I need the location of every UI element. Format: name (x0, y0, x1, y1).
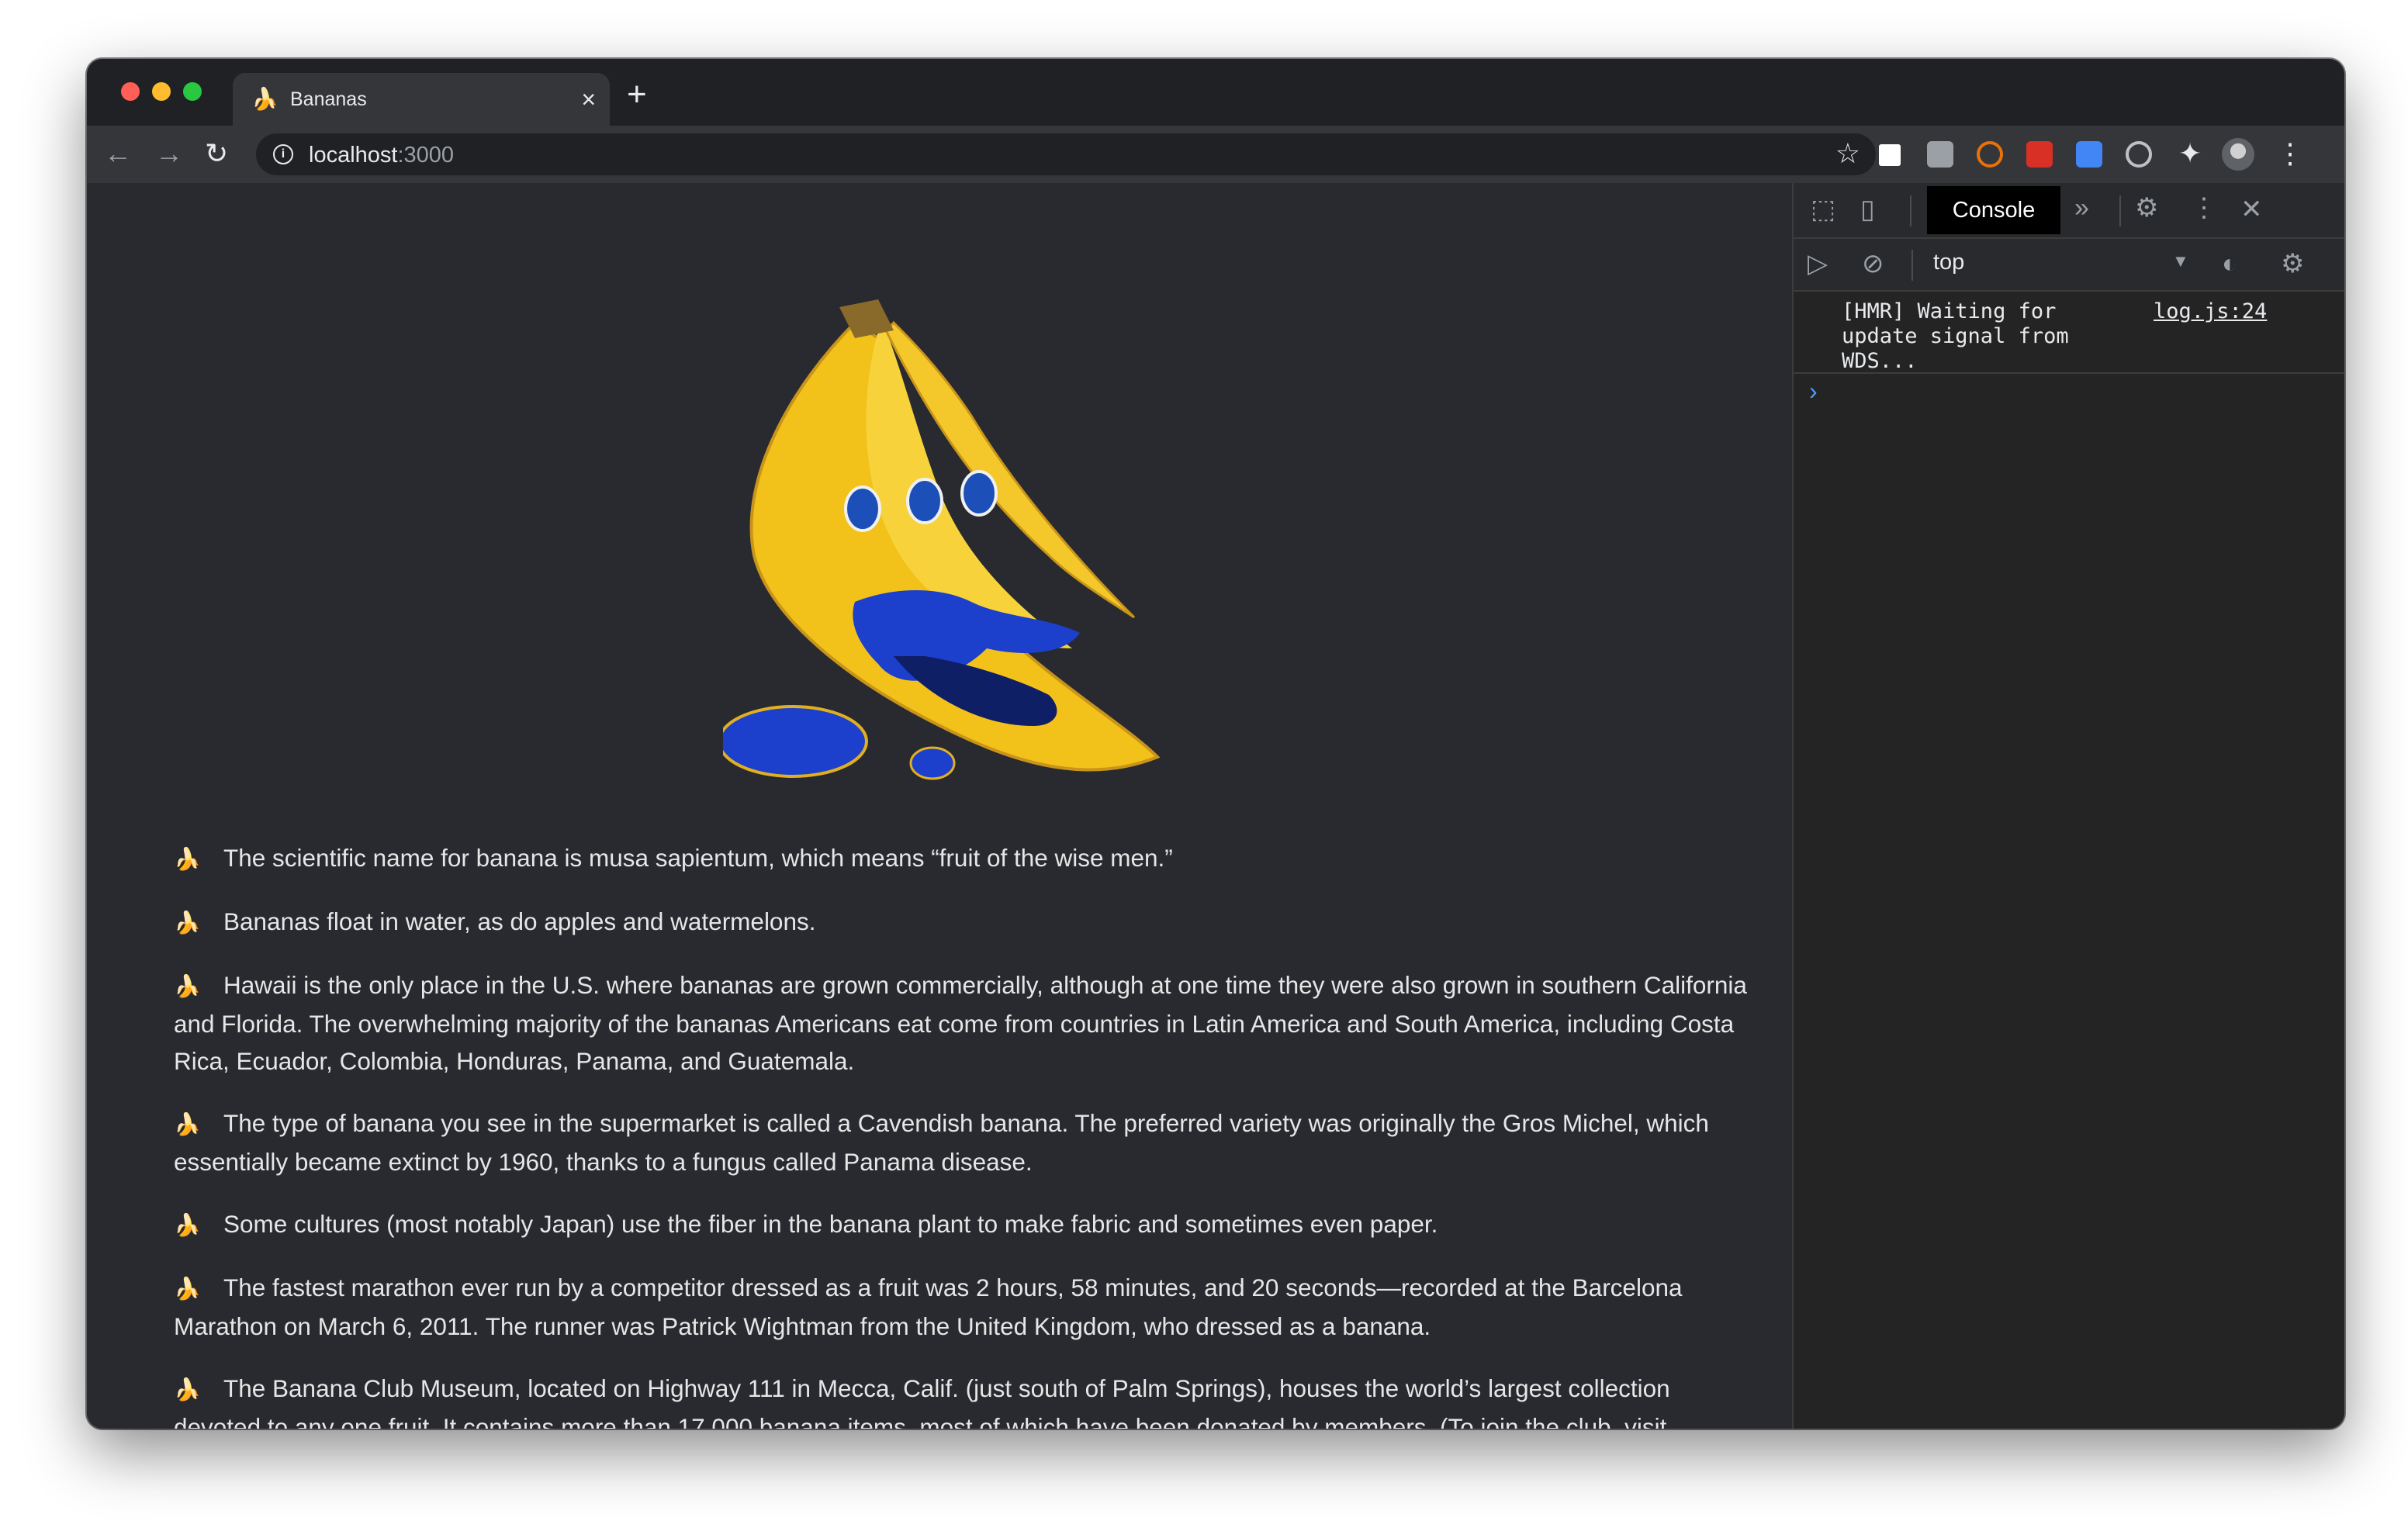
browser-menu-icon[interactable]: ⋮ (2276, 137, 2304, 171)
chevron-down-icon[interactable]: ▼ (2172, 251, 2189, 271)
toolbar-divider (1912, 250, 1913, 281)
extension-camera-icon[interactable] (1927, 141, 1953, 168)
live-expression-eye-icon[interactable]: ◐ (2222, 248, 2238, 279)
url-host: localhost (309, 143, 398, 168)
url-port: :3000 (397, 143, 455, 168)
extension-target-icon[interactable] (2126, 141, 2152, 168)
tab-bananas[interactable]: 🍌 Bananas × (233, 73, 610, 126)
bananas-image (723, 299, 1161, 780)
devtools-settings-icon[interactable]: ⚙ (2135, 192, 2158, 223)
extension-red-icon[interactable] (2026, 141, 2053, 168)
banana-bullet-icon: 🍌 (174, 911, 201, 935)
clear-console-icon[interactable]: ⊘ (1862, 248, 1884, 279)
window-close-button[interactable] (121, 82, 140, 101)
list-item: 🍌 Hawaii is the only place in the U.S. wh… (174, 966, 1752, 1080)
list-item: 🍌 Bananas float in water, as do apples an… (174, 903, 1752, 942)
page-viewport: 🍌 The scientific name for banana is musa … (87, 183, 1792, 1429)
inspect-element-icon[interactable]: ⬚ (1811, 194, 1835, 225)
devtools-tab-bar: ⬚ ▯ Console » ⚙ ⋮ ✕ (1794, 183, 2344, 239)
address-bar[interactable]: i localhost:3000 ☆ (256, 133, 1876, 175)
console-toolbar: ▷ ⊘ top ▼ ◐ ⚙ (1794, 239, 2344, 292)
fact-text: The scientific name for banana is musa s… (223, 844, 1173, 872)
devtools-panel: ⬚ ▯ Console » ⚙ ⋮ ✕ ▷ ⊘ top ▼ ◐ ⚙ [HMR] … (1792, 183, 2344, 1429)
browser-window: 🍌 Bananas × + ← → ↻ i localhost:3000 ☆ ✦… (87, 59, 2344, 1429)
more-tabs-icon[interactable]: » (2074, 192, 2089, 223)
context-selector[interactable]: top (1933, 250, 1964, 275)
tab-close-icon[interactable]: × (581, 84, 596, 115)
devtools-menu-icon[interactable]: ⋮ (2191, 192, 2217, 223)
banana-bullet-icon: 🍌 (174, 1112, 201, 1136)
url-text[interactable]: localhost:3000 (309, 143, 454, 168)
fact-text: The Banana Club Museum, located on Highw… (174, 1374, 1670, 1429)
banana-bullet-icon: 🍌 (174, 1377, 201, 1401)
console-log-entry: [HMR] Waiting for update signal from WDS… (1794, 292, 2344, 374)
window-minimize-button[interactable] (152, 82, 171, 101)
fact-text: Some cultures (most notably Japan) use t… (223, 1210, 1438, 1238)
banana-bullet-icon: 🍌 (174, 1213, 201, 1237)
banana-bullet-icon: 🍌 (174, 974, 201, 998)
list-item: 🍌 The type of banana you see in the super… (174, 1104, 1752, 1180)
site-info-icon[interactable]: i (273, 144, 293, 164)
banana-bullet-icon: 🍌 (174, 1277, 201, 1301)
tab-console[interactable]: Console (1927, 186, 2060, 234)
banana-favicon-icon: 🍌 (251, 87, 279, 111)
extension-blue-icon[interactable] (2076, 141, 2102, 168)
banana-bullet-icon: 🍌 (174, 847, 201, 871)
fact-text: The fastest marathon ever run by a compe… (174, 1274, 1683, 1340)
back-button[interactable]: ← (104, 135, 132, 172)
new-tab-button[interactable]: + (627, 76, 647, 113)
log-message: [HMR] Waiting for update signal from WDS… (1842, 299, 2081, 373)
fact-text: The type of banana you see in the superm… (174, 1109, 1709, 1176)
console-prompt-icon[interactable]: › (1809, 375, 1818, 406)
bookmark-star-icon[interactable]: ☆ (1835, 138, 1860, 169)
fact-text: Hawaii is the only place in the U.S. whe… (174, 971, 1747, 1075)
toolbar-divider (1910, 195, 1912, 226)
extension-square-icon[interactable] (1879, 144, 1901, 166)
tab-strip: 🍌 Bananas × + (87, 59, 2344, 126)
console-sidebar-icon[interactable]: ▷ (1808, 248, 1828, 279)
forward-button[interactable]: → (155, 135, 183, 172)
toolbar-divider (2119, 195, 2121, 226)
fact-text: Bananas float in water, as do apples and… (223, 907, 816, 935)
list-item: 🍌 The Banana Club Museum, located on High… (174, 1370, 1752, 1429)
extension-circle-icon[interactable] (1977, 141, 2003, 168)
list-item: 🍌 Some cultures (most notably Japan) use … (174, 1205, 1752, 1244)
window-maximize-button[interactable] (183, 82, 202, 101)
console-settings-icon[interactable]: ⚙ (2281, 248, 2304, 279)
log-source-link[interactable]: log.js:24 (2154, 299, 2267, 324)
device-toolbar-icon[interactable]: ▯ (1860, 194, 1875, 225)
tab-title: Bananas (290, 88, 367, 110)
list-item: 🍌 The scientific name for banana is musa … (174, 839, 1752, 878)
browser-toolbar: ← → ↻ i localhost:3000 ☆ ✦ ⋮ (87, 126, 2344, 183)
extensions-puzzle-icon[interactable]: ✦ (2178, 140, 2205, 168)
devtools-close-icon[interactable]: ✕ (2240, 194, 2263, 225)
banana-facts-list: 🍌 The scientific name for banana is musa … (174, 839, 1752, 1429)
list-item: 🍌 The fastest marathon ever run by a comp… (174, 1269, 1752, 1345)
reload-button[interactable]: ↻ (205, 135, 228, 172)
profile-avatar[interactable] (2222, 138, 2254, 171)
